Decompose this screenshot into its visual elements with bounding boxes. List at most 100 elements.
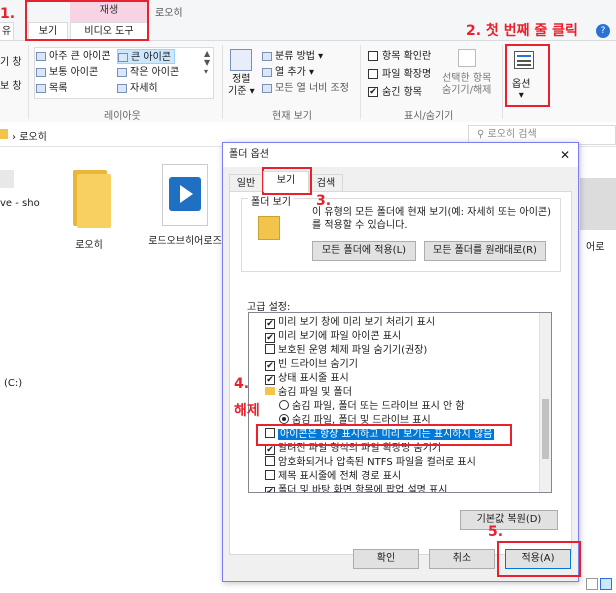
radio[interactable] xyxy=(279,414,289,424)
hidden-items-checkbox[interactable]: ✔ xyxy=(368,87,378,97)
setting-ntfs-color[interactable]: 암호화되거나 압축된 NTFS 파일을 컬러로 표시 xyxy=(265,455,476,470)
annotation-step3: 3. xyxy=(316,193,332,209)
cancel-button[interactable]: 취소 xyxy=(429,549,495,569)
setting-popup-descriptions[interactable]: ✔ 폴더 및 바탕 화면 항목에 팝업 설명 표시 xyxy=(265,483,447,492)
folder-icon xyxy=(0,129,8,139)
annotation-box-setting xyxy=(256,424,512,446)
list-icon xyxy=(36,83,46,93)
layout-scroll-icon[interactable]: ▲ ▼ ▾ xyxy=(204,49,210,76)
layout-large-icons[interactable]: 큰 아이콘 xyxy=(117,49,175,64)
video-file-icon xyxy=(162,164,208,226)
advanced-settings-label: 고급 설정: xyxy=(247,302,291,313)
hidden-items-toggle[interactable]: ✔ 숨긴 항목 xyxy=(368,85,422,100)
item-checkboxes-checkbox[interactable] xyxy=(368,51,378,61)
reset-folders-button[interactable]: 모든 폴더를 원래대로(R) xyxy=(424,241,546,261)
hide-selected-icon[interactable] xyxy=(458,49,476,67)
details-icon xyxy=(117,83,127,93)
apply-to-folders-button[interactable]: 모든 폴더에 적용(L) xyxy=(312,241,416,261)
annotation-step5: 5. xyxy=(488,524,504,540)
tab-search[interactable]: 검색 xyxy=(309,174,343,192)
layout-list[interactable]: 목록 xyxy=(36,81,67,96)
folder-views-description: 이 유형의 모든 폴더에 현재 보기(예: 자세히 또는 아이콘)를 적용할 수… xyxy=(312,207,552,231)
group-by-icon xyxy=(262,51,272,61)
layout-group-label: 레이아웃 xyxy=(104,111,141,122)
checkbox[interactable]: ✔ xyxy=(265,487,275,492)
annotation-box-options xyxy=(505,44,550,107)
advanced-settings-tree[interactable]: ✔ 미리 보기 창에 미리 보기 처리기 표시 ✔ 미리 보기에 파일 아이콘 표시… xyxy=(248,312,552,493)
breadcrumb[interactable]: › 로오히 xyxy=(12,128,47,143)
sort-icon[interactable] xyxy=(230,49,252,71)
setting-preview-handlers[interactable]: ✔ 미리 보기 창에 미리 보기 처리기 표시 xyxy=(265,315,435,330)
ribbon-separator xyxy=(360,45,361,119)
setting-group-hidden-files: 숨김 파일 및 폴더 xyxy=(265,385,352,400)
tab-general[interactable]: 일반 xyxy=(229,174,263,192)
checkbox[interactable]: ✔ xyxy=(265,319,275,329)
details-view-icon[interactable] xyxy=(586,578,598,590)
size-all-columns-button[interactable]: 모든 열 너비 조정 xyxy=(262,81,349,96)
nav-pane-drive-c[interactable]: (C:) xyxy=(4,378,22,389)
scrollbar-thumb[interactable] xyxy=(542,399,549,459)
search-icon: ⚲ xyxy=(477,129,485,140)
file-item[interactable]: 로오히 xyxy=(54,170,124,251)
folder-options-dialog: 폴더 옵션 ✕ 일반 보기 검색 폴더 보기 이 유형의 모든 폴더에 현재 보… xyxy=(222,142,579,582)
setting-preview-file-icons[interactable]: ✔ 미리 보기에 파일 아이콘 표시 xyxy=(265,329,401,344)
small-icons-icon xyxy=(117,67,127,77)
ribbon-left-partial-2[interactable]: 보 창 xyxy=(0,79,22,94)
view-tab-panel: 폴더 보기 이 유형의 모든 폴더에 현재 보기(예: 자세히 또는 아이콘)를… xyxy=(229,191,572,555)
checkbox[interactable] xyxy=(265,470,275,480)
file-item[interactable]: 로드오브히어로즈 xyxy=(148,164,222,248)
item-checkboxes-toggle[interactable]: 항목 확인란 xyxy=(368,49,431,64)
restore-defaults-button[interactable]: 기본값 복원(D) xyxy=(460,510,558,530)
annotation-step2: 2. 첫 번째 줄 클릭 xyxy=(466,23,578,39)
setting-hide-empty-drives[interactable]: ✔ 빈 드라이브 숨기기 xyxy=(265,357,358,372)
layout-details[interactable]: 자세히 xyxy=(117,81,158,96)
help-icon[interactable]: ? xyxy=(596,24,610,38)
radio[interactable] xyxy=(279,400,289,410)
layout-medium-icons[interactable]: 보통 아이콘 xyxy=(36,65,98,80)
window-title: 로오히 xyxy=(155,8,183,19)
checkbox[interactable]: ✔ xyxy=(265,445,275,455)
annotation-step4-text: 해제 xyxy=(234,403,260,419)
medium-icons-icon xyxy=(36,67,46,77)
sort-by-button[interactable]: 정렬 기준 ▾ xyxy=(228,74,255,98)
dialog-titlebar: 폴더 옵션 ✕ xyxy=(223,143,578,167)
ok-button[interactable]: 확인 xyxy=(353,549,419,569)
tab-view[interactable]: 보기 xyxy=(263,171,309,192)
folder-views-label: 폴더 보기 xyxy=(248,193,294,208)
checkbox[interactable]: ✔ xyxy=(265,375,275,385)
setting-full-path-title[interactable]: 제목 표시줄에 전체 경로 표시 xyxy=(265,469,401,484)
checkbox[interactable] xyxy=(265,456,275,466)
ribbon-left-partial-1[interactable]: 기 창 xyxy=(0,55,22,70)
setting-hide-os-files[interactable]: 보호된 운영 체제 파일 숨기기(권장) xyxy=(265,343,427,358)
nav-pane-item-partial[interactable]: ve - sho xyxy=(0,198,40,209)
checkbox[interactable]: ✔ xyxy=(265,361,275,371)
current-view-group-label: 현재 보기 xyxy=(272,111,312,122)
hide-selected-button[interactable]: 선택한 항목 숨기기/해제 xyxy=(442,73,491,97)
folder-icon xyxy=(265,387,275,395)
add-columns-icon xyxy=(262,67,272,77)
share-tab-partial[interactable]: 유 xyxy=(0,22,14,40)
folder-icon xyxy=(67,170,111,228)
setting-dont-show-hidden[interactable]: 숨김 파일, 폴더 또는 드라이브 표시 안 함 xyxy=(279,399,465,414)
checkbox[interactable]: ✔ xyxy=(265,333,275,343)
dialog-title: 폴더 옵션 xyxy=(229,149,269,160)
close-icon[interactable]: ✕ xyxy=(560,143,570,167)
annotation-step4: 4. xyxy=(234,376,250,392)
add-columns-button[interactable]: 열 추가 ▾ xyxy=(262,65,314,80)
ribbon-separator xyxy=(28,45,29,119)
file-item-partial[interactable] xyxy=(580,178,616,230)
layout-small-icons[interactable]: 작은 아이콘 xyxy=(117,65,179,80)
size-columns-icon xyxy=(262,83,272,93)
file-extensions-toggle[interactable]: 파일 확장명 xyxy=(368,67,431,82)
checkbox[interactable] xyxy=(265,344,275,354)
annotation-step1: 1. xyxy=(0,6,16,22)
tree-scrollbar[interactable] xyxy=(539,313,551,492)
nav-pane-selected[interactable] xyxy=(0,170,14,188)
file-extensions-checkbox[interactable] xyxy=(368,69,378,79)
group-by-button[interactable]: 분류 방법 ▾ xyxy=(262,49,323,64)
file-name: 로드오브히어로즈 xyxy=(148,236,222,247)
setting-status-bar[interactable]: ✔ 상태 표시줄 표시 xyxy=(265,371,349,386)
extra-large-icons-icon xyxy=(36,51,46,61)
layout-extra-large-icons[interactable]: 아주 큰 아이콘 xyxy=(36,49,111,64)
large-icons-view-icon[interactable] xyxy=(600,578,612,590)
